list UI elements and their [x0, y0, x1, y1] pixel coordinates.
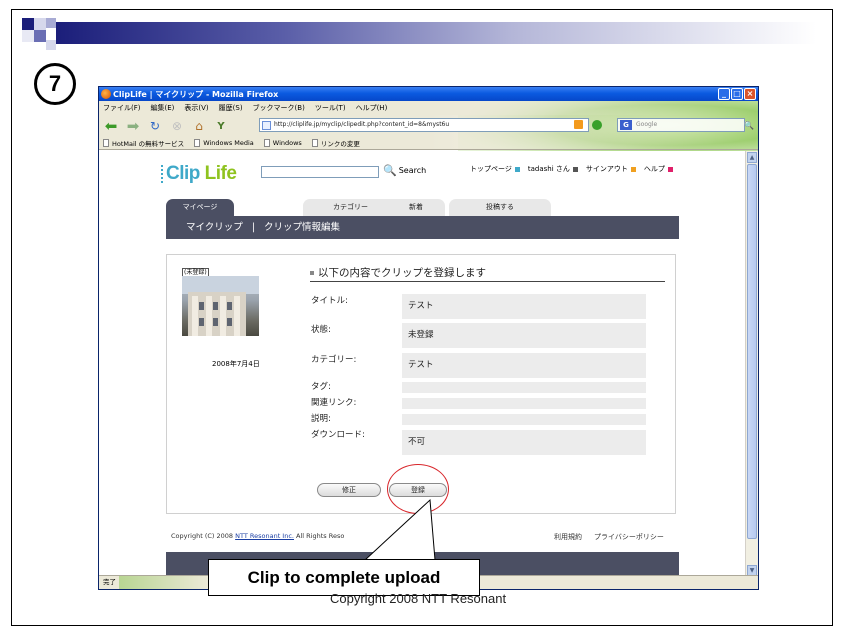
- form-heading: 以下の内容でクリップを登録します: [310, 265, 665, 282]
- field-label-tags: タグ:: [311, 382, 331, 392]
- field-label-download: ダウンロード:: [311, 430, 365, 440]
- page-icon: [103, 139, 109, 147]
- slide-footer: Copyright 2008 NTT Resonant: [330, 591, 507, 606]
- footer-links: 利用規約 プライバシーポリシー: [554, 532, 664, 542]
- url-text: http://cliplife.jp/myclip/clipedit.php?c…: [274, 121, 450, 128]
- menu-history[interactable]: 履歴(S): [219, 103, 243, 113]
- page-icon: [194, 139, 201, 147]
- page-icon: [263, 139, 270, 147]
- page-icon: [311, 139, 318, 147]
- magnifier-icon: 🔍: [383, 164, 397, 177]
- menu-bookmarks[interactable]: ブックマーク(B): [253, 103, 305, 113]
- bookmark-item[interactable]: Windows Media: [194, 139, 254, 147]
- highlight-ring: [387, 464, 449, 514]
- cliplife-logo[interactable]: Clip Life: [161, 163, 237, 185]
- forward-arrow-icon[interactable]: ➡: [125, 117, 141, 135]
- thumbnail-date: 2008年7月4日: [212, 360, 260, 368]
- clip-thumbnail: [182, 276, 259, 336]
- bookmark-label: Windows: [272, 139, 302, 147]
- scroll-thumb[interactable]: [747, 164, 757, 539]
- url-input[interactable]: http://cliplife.jp/myclip/clipedit.php?c…: [259, 118, 589, 132]
- field-value-download: 不可: [402, 430, 646, 455]
- tab-mypage[interactable]: マイページ: [166, 199, 234, 216]
- field-value-tags: [402, 382, 646, 393]
- bookmark-item[interactable]: リンクの変更: [311, 138, 360, 148]
- browser-search-placeholder: Google: [636, 121, 658, 128]
- yahoo-toolbar-icon[interactable]: Y: [213, 118, 229, 134]
- bookmark-label: HotMail の無料サービス: [112, 140, 185, 148]
- field-label-title: タイトル:: [311, 296, 348, 306]
- subnav-myclip[interactable]: マイクリップ: [186, 222, 243, 233]
- menu-help[interactable]: ヘルプ(H): [356, 103, 388, 113]
- tab-new[interactable]: 新着: [386, 199, 446, 216]
- tab-post[interactable]: 投稿する: [449, 199, 551, 216]
- bookmark-item[interactable]: HotMail の無料サービス: [103, 138, 184, 148]
- logo-text-clip: Clip: [166, 163, 200, 184]
- maximize-button[interactable]: □: [731, 88, 743, 100]
- field-value-category: テスト: [402, 353, 646, 378]
- browser-title: ClipLife | マイクリップ - Mozilla Firefox: [113, 89, 279, 99]
- footer-link-terms[interactable]: 利用規約: [554, 532, 582, 542]
- field-label-status: 状態:: [311, 325, 331, 335]
- field-label-related-links: 関連リンク:: [311, 398, 357, 408]
- edit-button[interactable]: 修正: [317, 483, 381, 497]
- firefox-icon: [101, 89, 111, 99]
- go-button-icon[interactable]: [592, 120, 602, 130]
- reload-icon[interactable]: ↻: [147, 118, 163, 134]
- registration-panel: (未登録) 2008年7月4日 以下の内容でクリップを登録します タイトル: テ…: [166, 254, 676, 514]
- browser-titlebar: ClipLife | マイクリップ - Mozilla Firefox _ □ …: [99, 87, 758, 101]
- browser-search-input[interactable]: G Google 🔍: [617, 118, 754, 132]
- step-number: 7: [34, 63, 76, 105]
- browser-window: ClipLife | マイクリップ - Mozilla Firefox _ □ …: [98, 86, 759, 590]
- google-icon: G: [620, 120, 632, 130]
- subnav-clip-edit: クリップ情報編集: [264, 222, 341, 233]
- bookmarks-bar: HotMail の無料サービス Windows Media Windows リン…: [99, 137, 758, 150]
- vertical-scrollbar[interactable]: ▲ ▼: [745, 151, 758, 577]
- top-links: トップページ tadashi さん サインアウト ヘルプ: [470, 164, 673, 174]
- back-arrow-icon[interactable]: ⬅: [103, 117, 119, 135]
- toplink-signout[interactable]: サインアウト: [586, 164, 636, 174]
- scroll-up-icon[interactable]: ▲: [747, 152, 757, 163]
- sub-navigation: マイクリップ | クリップ情報編集: [166, 216, 679, 239]
- logo-text-life: Life: [199, 163, 237, 184]
- site-search-input[interactable]: [261, 166, 379, 178]
- field-label-description: 説明:: [311, 414, 331, 424]
- field-value-related-links: [402, 398, 646, 409]
- menu-view[interactable]: 表示(V): [184, 103, 208, 113]
- site-search-button[interactable]: 🔍 Search: [383, 164, 426, 177]
- stop-icon[interactable]: ⊗: [169, 118, 185, 134]
- toplink-user[interactable]: tadashi さん: [528, 164, 578, 174]
- site-copyright: Copyright (C) 2008 NTT Resonant Inc. All…: [171, 532, 345, 540]
- field-value-description: [402, 414, 646, 425]
- footer-link-privacy[interactable]: プライバシーポリシー: [594, 532, 664, 542]
- minimize-button[interactable]: _: [718, 88, 730, 100]
- bookmark-label: Windows Media: [203, 139, 254, 147]
- field-label-category: カテゴリー:: [311, 355, 357, 365]
- bookmark-item[interactable]: Windows: [263, 139, 302, 147]
- subnav-separator: |: [251, 222, 256, 233]
- search-icon[interactable]: 🔍: [744, 120, 754, 132]
- ntt-link[interactable]: NTT Resonant Inc.: [235, 532, 294, 540]
- search-label: Search: [398, 166, 427, 175]
- menu-tools[interactable]: ツール(T): [315, 103, 346, 113]
- status-text: 完了: [103, 578, 116, 586]
- toplink-top[interactable]: トップページ: [470, 164, 520, 174]
- logo-dots-icon: [161, 165, 165, 183]
- close-button[interactable]: ×: [744, 88, 756, 100]
- page-favicon-icon: [262, 121, 271, 130]
- toplink-help[interactable]: ヘルプ: [644, 164, 673, 174]
- field-value-status: 未登録: [402, 323, 646, 348]
- bookmark-label: リンクの変更: [320, 140, 360, 148]
- menu-bar: ファイル(F) 編集(E) 表示(V) 履歴(S) ブックマーク(B) ツール(…: [99, 101, 758, 115]
- site-tabs: マイページ カテゴリー 新着 投稿する: [166, 199, 679, 216]
- slide-header-decoration: [12, 10, 834, 60]
- menu-edit[interactable]: 編集(E): [151, 103, 175, 113]
- page-viewport: Clip Life 🔍 Search トップページ tadashi さん サイン…: [99, 151, 747, 577]
- rss-icon[interactable]: [574, 120, 583, 129]
- home-icon[interactable]: ⌂: [191, 118, 207, 134]
- menu-file[interactable]: ファイル(F): [103, 103, 141, 113]
- bullet-icon: [310, 271, 314, 275]
- field-value-title: テスト: [402, 294, 646, 319]
